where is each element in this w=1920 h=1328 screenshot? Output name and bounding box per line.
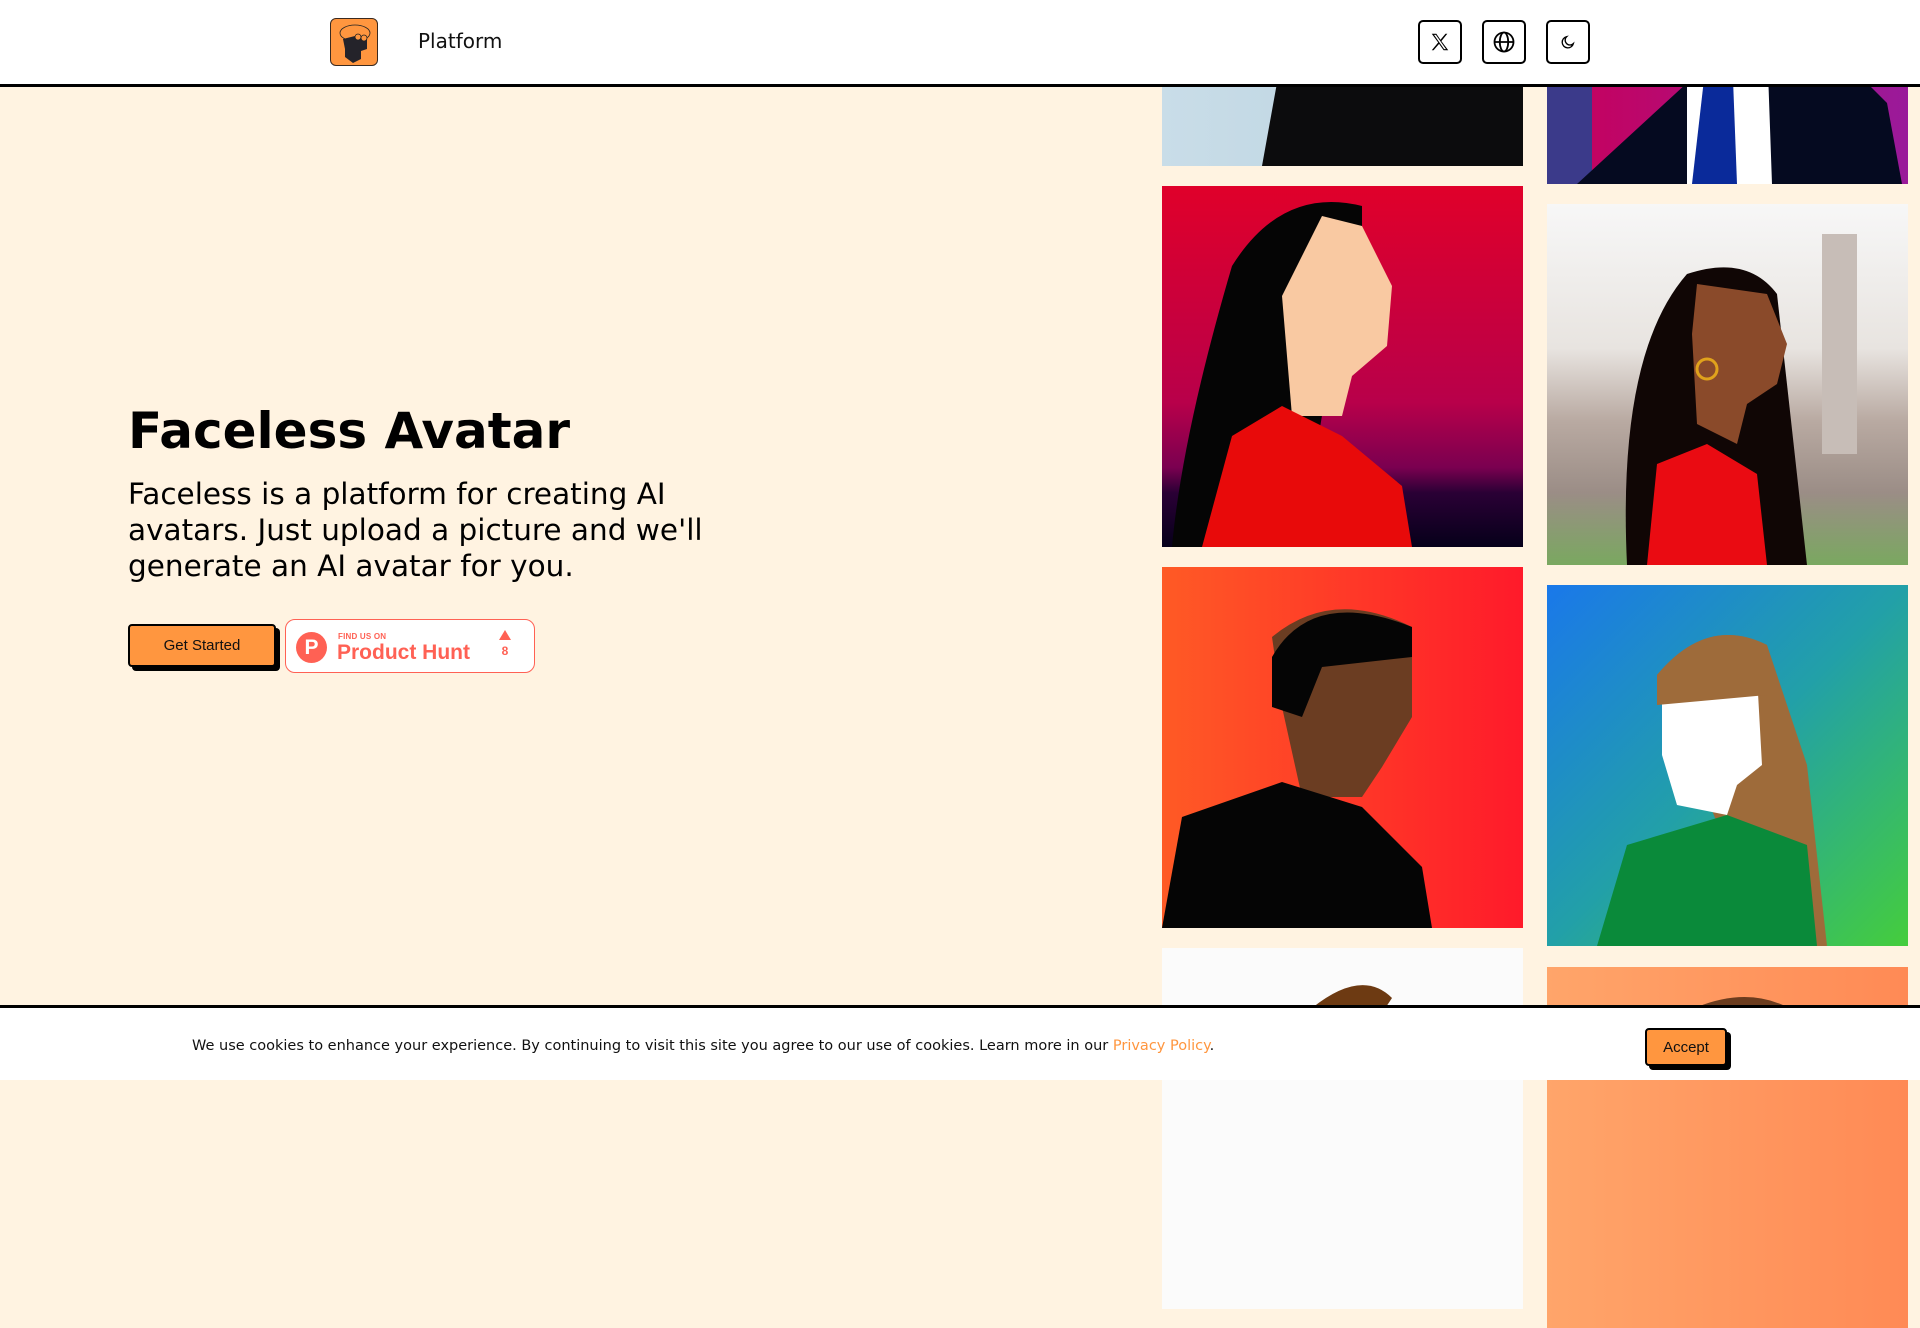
upvote-arrow-icon: [499, 630, 511, 640]
site-header: Platform: [0, 0, 1920, 87]
accept-cookies-button[interactable]: Accept: [1645, 1028, 1727, 1066]
avatar-illustration: [1162, 609, 1432, 928]
hero-section: Faceless Avatar Faceless is a platform f…: [128, 398, 728, 584]
cookie-suffix: .: [1209, 1038, 1215, 1054]
faceless-logo[interactable]: [330, 18, 378, 66]
product-hunt-upvote: 8: [498, 630, 512, 658]
cookie-message: We use cookies to enhance your experienc…: [192, 1038, 1214, 1054]
moon-icon: [1561, 35, 1575, 49]
globe-icon: [1493, 31, 1515, 53]
dark-mode-toggle[interactable]: [1546, 20, 1590, 64]
product-hunt-logo-icon: P: [296, 632, 327, 663]
avatar-illustration: [1625, 234, 1857, 565]
hero-description: Faceless is a platform for creating AI a…: [128, 477, 703, 583]
gallery-avatar-woman-bangs: [1547, 585, 1908, 946]
product-hunt-badge[interactable]: P FIND US ON Product Hunt 8: [285, 619, 535, 673]
language-button[interactable]: [1482, 20, 1526, 64]
x-twitter-icon: [1431, 33, 1449, 51]
gallery-avatar-woman-red: [1162, 186, 1523, 547]
gallery-avatar-man-brown-hair: [1162, 948, 1523, 1309]
cookie-banner: We use cookies to enhance your experienc…: [0, 1005, 1920, 1080]
nav-platform-link[interactable]: Platform: [418, 29, 502, 53]
page-title: Faceless Avatar: [128, 402, 571, 460]
avatar-illustration: [1597, 635, 1827, 946]
masked-face-icon: [339, 24, 371, 63]
gallery-avatar-woman-city: [1547, 204, 1908, 565]
product-hunt-title: Product Hunt: [337, 641, 470, 664]
gallery-avatar-man-beard: [1162, 567, 1523, 928]
privacy-policy-link[interactable]: Privacy Policy: [1113, 1038, 1210, 1054]
x-twitter-button[interactable]: [1418, 20, 1462, 64]
avatar-illustration: [1172, 202, 1412, 547]
get-started-button[interactable]: Get Started: [128, 624, 276, 667]
cookie-text: We use cookies to enhance your experienc…: [192, 1038, 1113, 1054]
upvote-count: 8: [501, 644, 509, 658]
avatar-illustration: [1312, 985, 1392, 1038]
product-hunt-small-text: FIND US ON: [338, 632, 387, 641]
